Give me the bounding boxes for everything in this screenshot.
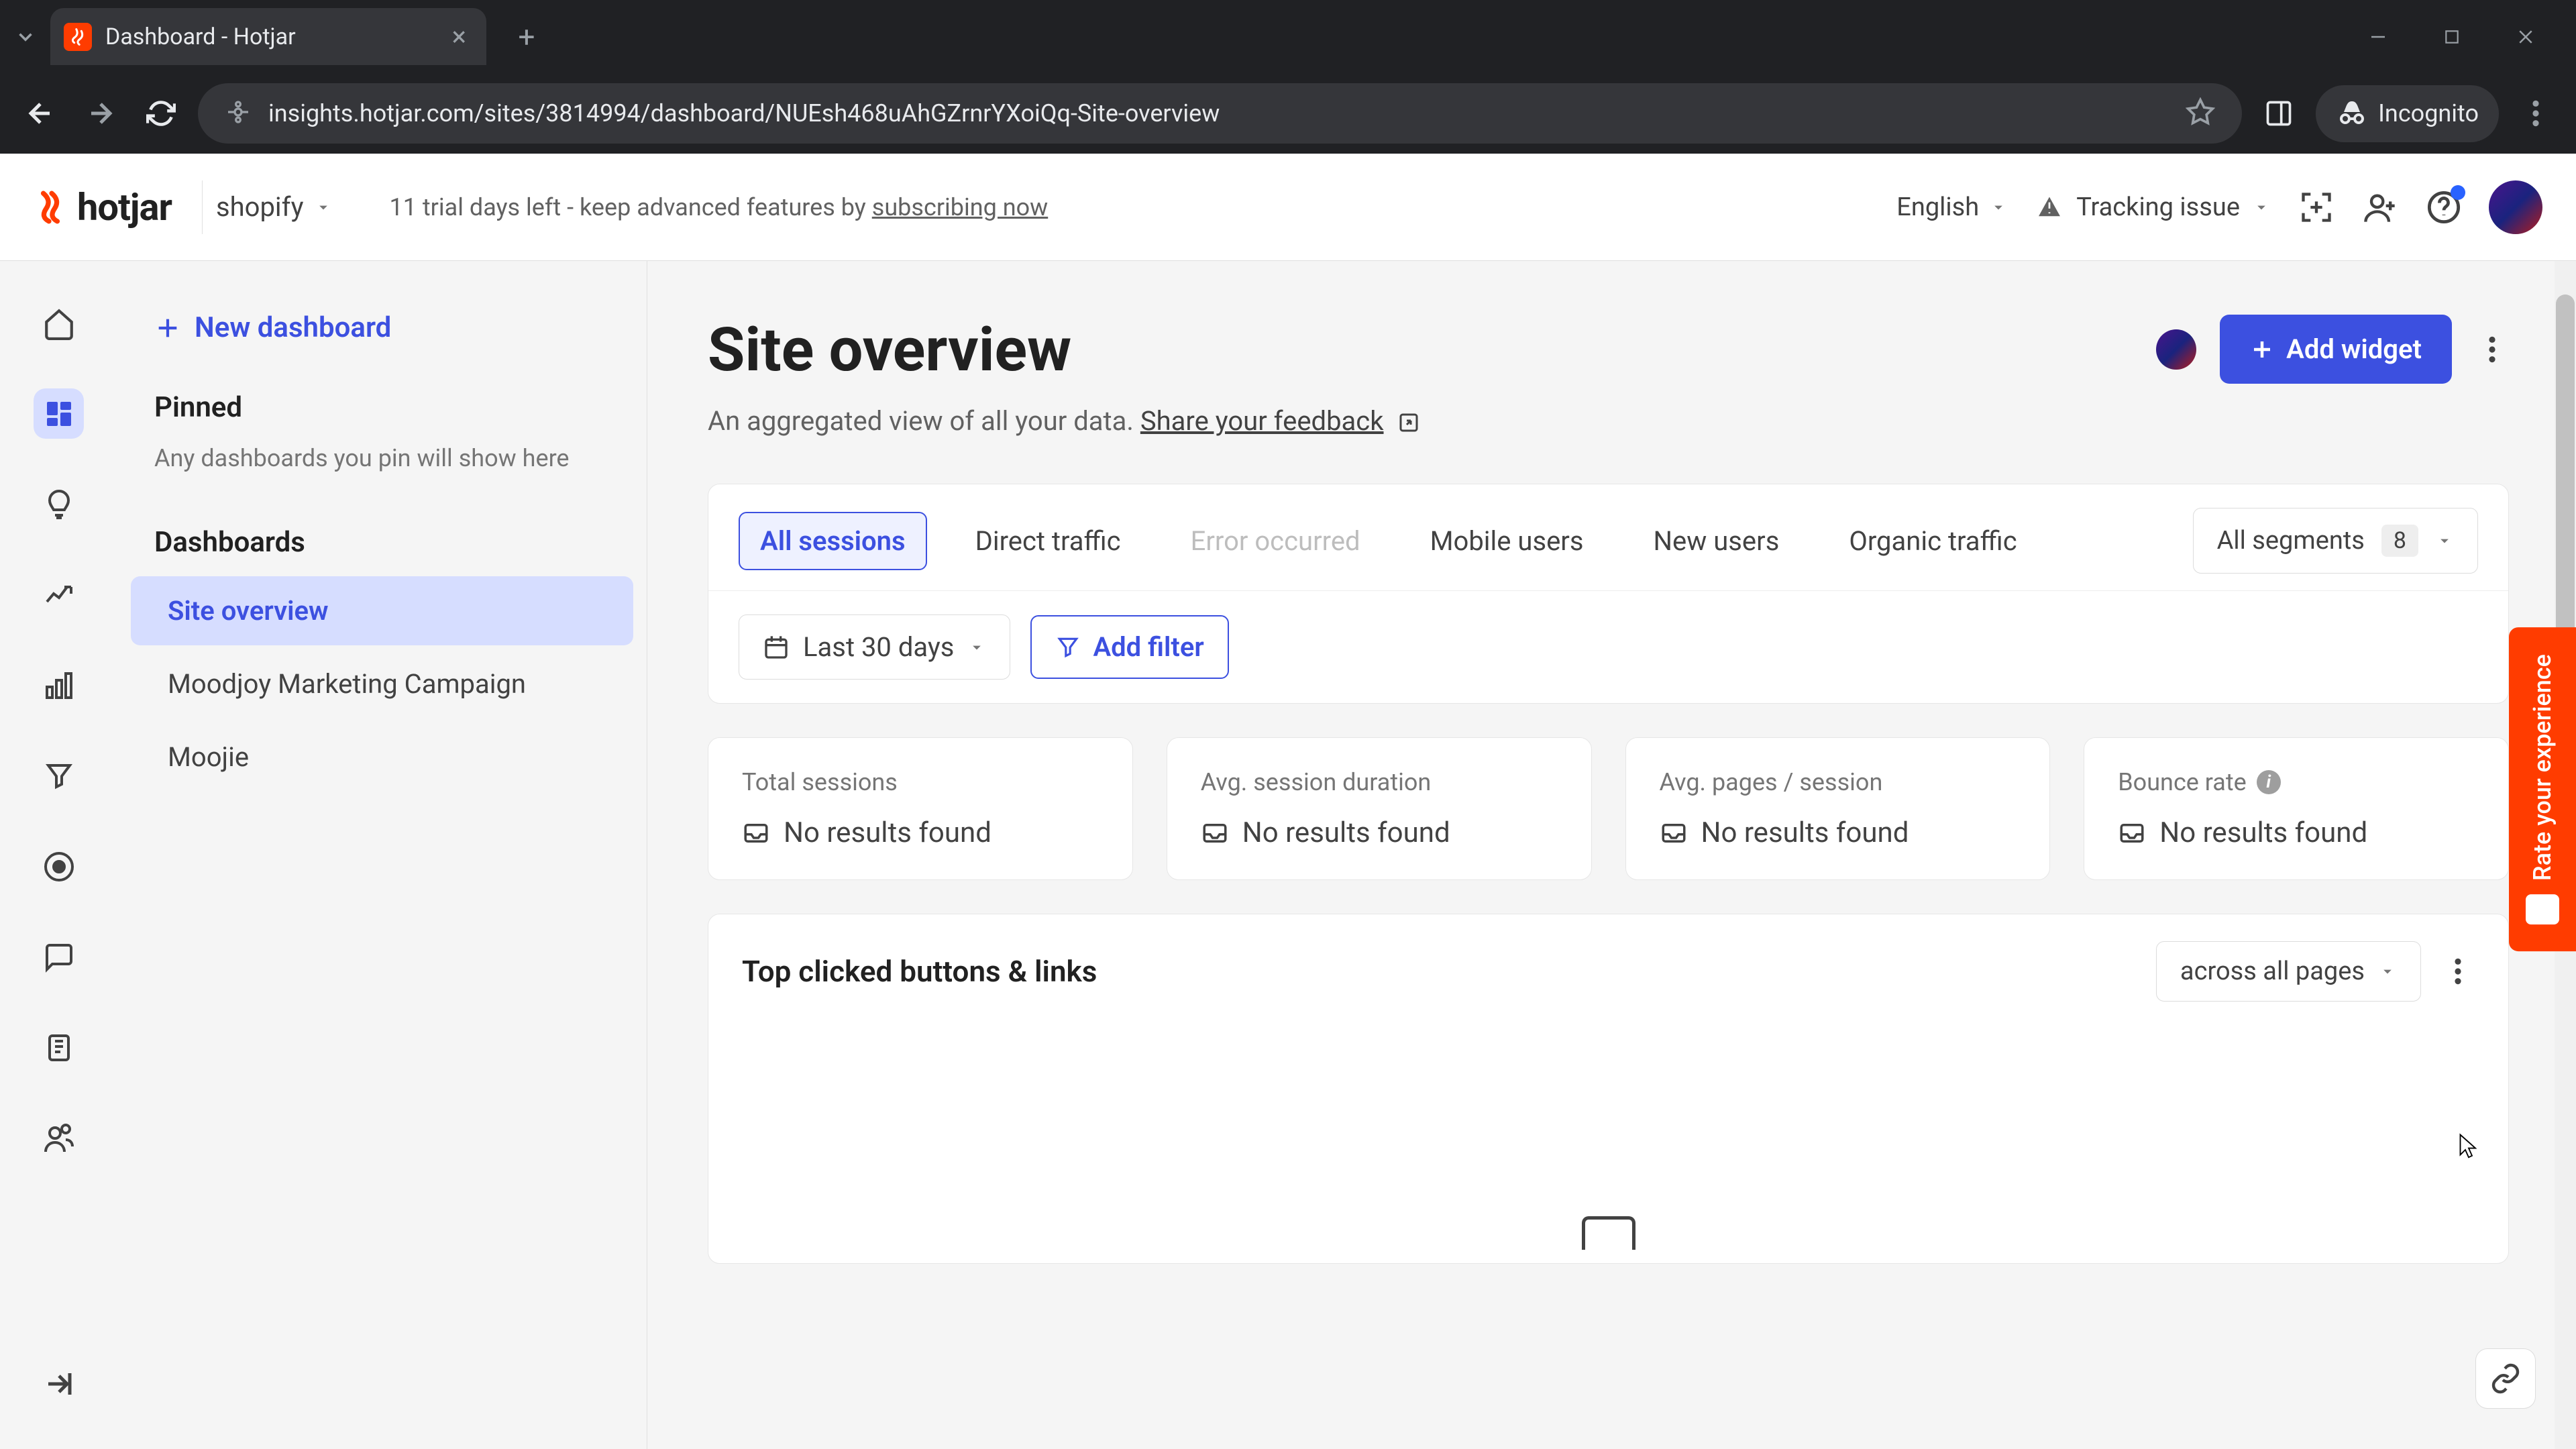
incognito-icon bbox=[2336, 97, 2368, 129]
nav-home-icon[interactable] bbox=[34, 298, 84, 348]
segment-tab-direct-traffic[interactable]: Direct traffic bbox=[954, 512, 1142, 570]
language-selector[interactable]: English bbox=[1896, 193, 2008, 222]
tab-search-dropdown[interactable] bbox=[7, 18, 44, 55]
reload-button[interactable] bbox=[138, 90, 184, 137]
chevron-down-icon bbox=[967, 638, 986, 657]
sidebar-item-moodjoy[interactable]: Moodjoy Marketing Campaign bbox=[131, 649, 633, 718]
metric-avg-session-duration: Avg. session duration No results found bbox=[1167, 737, 1592, 880]
address-bar[interactable]: insights.hotjar.com/sites/3814994/dashbo… bbox=[198, 83, 2242, 144]
inbox-icon bbox=[1201, 819, 1229, 847]
add-widget-button[interactable]: Add widget bbox=[2220, 315, 2452, 384]
site-name: shopify bbox=[216, 191, 304, 223]
trial-banner: 11 trial days left - keep advanced featu… bbox=[390, 193, 1049, 221]
invite-user-icon[interactable] bbox=[2361, 189, 2398, 225]
date-range-picker[interactable]: Last 30 days bbox=[739, 614, 1010, 680]
owner-avatar[interactable] bbox=[2156, 329, 2196, 370]
nav-highlights-icon[interactable] bbox=[34, 479, 84, 529]
browser-menu-icon[interactable] bbox=[2512, 90, 2559, 137]
segment-tab-all-sessions[interactable]: All sessions bbox=[739, 512, 927, 570]
nav-heatmaps-icon[interactable] bbox=[34, 660, 84, 710]
add-filter-button[interactable]: Add filter bbox=[1030, 615, 1228, 679]
chevron-down-icon bbox=[2252, 198, 2271, 217]
tab-close-icon[interactable]: × bbox=[452, 21, 466, 52]
forward-button[interactable] bbox=[77, 90, 124, 137]
close-window-icon[interactable] bbox=[2496, 17, 2556, 57]
hotjar-logo-icon bbox=[34, 191, 67, 224]
metric-avg-pages-session: Avg. pages / session No results found bbox=[1625, 737, 2051, 880]
chevron-down-icon bbox=[1989, 198, 2008, 217]
incognito-label: Incognito bbox=[2378, 99, 2479, 127]
integrations-icon[interactable] bbox=[2298, 189, 2334, 225]
nav-dashboards-icon[interactable] bbox=[34, 388, 84, 439]
plus-icon bbox=[154, 315, 181, 341]
segment-tab-organic-traffic[interactable]: Organic traffic bbox=[1827, 512, 2038, 570]
segment-tab-mobile-users[interactable]: Mobile users bbox=[1409, 512, 1605, 570]
inbox-icon bbox=[742, 819, 770, 847]
inbox-icon bbox=[1660, 819, 1688, 847]
pinned-hint: Any dashboards you pin will show here bbox=[117, 437, 647, 499]
sidebar-item-moojie[interactable]: Moojie bbox=[131, 722, 633, 792]
share-feedback-link[interactable]: Share your feedback bbox=[1140, 405, 1384, 437]
widget-scope-dropdown[interactable]: across all pages bbox=[2156, 941, 2421, 1002]
chevron-down-icon bbox=[314, 198, 333, 217]
url-text: insights.hotjar.com/sites/3814994/dashbo… bbox=[268, 99, 2169, 127]
hotjar-favicon-icon bbox=[64, 23, 92, 51]
segment-tab-error-occurred[interactable]: Error occurred bbox=[1169, 512, 1382, 570]
site-settings-icon[interactable] bbox=[225, 99, 252, 128]
help-icon[interactable] bbox=[2425, 189, 2462, 225]
nav-recordings-icon[interactable] bbox=[34, 841, 84, 892]
minimize-icon[interactable] bbox=[2348, 17, 2408, 57]
notification-badge bbox=[2451, 185, 2465, 200]
subscribe-link[interactable]: subscribing now bbox=[872, 193, 1048, 221]
segment-count-badge: 8 bbox=[2381, 525, 2418, 557]
feedback-bubble-icon bbox=[2526, 894, 2559, 924]
page-subtitle: An aggregated view of all your data. Sha… bbox=[708, 405, 2509, 437]
all-segments-dropdown[interactable]: All segments 8 bbox=[2193, 508, 2478, 574]
scrollbar-thumb[interactable] bbox=[2556, 294, 2575, 663]
browser-tab[interactable]: Dashboard - Hotjar × bbox=[50, 8, 486, 65]
widget-menu-icon[interactable] bbox=[2441, 955, 2475, 988]
incognito-badge[interactable]: Incognito bbox=[2316, 85, 2499, 142]
hotjar-logo[interactable]: hotjar bbox=[34, 185, 172, 229]
back-button[interactable] bbox=[17, 90, 64, 137]
nav-surveys-icon[interactable] bbox=[34, 1022, 84, 1073]
pinned-section-title: Pinned bbox=[117, 364, 647, 437]
metric-total-sessions: Total sessions No results found bbox=[708, 737, 1133, 880]
logo-text: hotjar bbox=[77, 185, 172, 229]
expand-sidebar-icon[interactable] bbox=[34, 1358, 84, 1409]
tracking-issue-dropdown[interactable]: Tracking issue bbox=[2035, 193, 2271, 222]
new-dashboard-button[interactable]: New dashboard bbox=[117, 291, 647, 364]
dashboards-section-title: Dashboards bbox=[117, 499, 647, 572]
share-link-fab[interactable] bbox=[2475, 1348, 2536, 1409]
calendar-icon bbox=[763, 634, 790, 661]
reading-list-icon[interactable] bbox=[2255, 90, 2302, 137]
sidebar-item-site-overview[interactable]: Site overview bbox=[131, 576, 633, 645]
page-title: Site overview bbox=[708, 315, 1071, 385]
chevron-down-icon bbox=[2435, 531, 2454, 550]
nav-funnels-icon[interactable] bbox=[34, 751, 84, 801]
rate-experience-tab[interactable]: Rate your experience bbox=[2509, 627, 2576, 951]
info-icon[interactable]: i bbox=[2257, 770, 2281, 794]
metric-bounce-rate: Bounce rate i No results found bbox=[2084, 737, 2509, 880]
maximize-icon[interactable] bbox=[2422, 17, 2482, 57]
plus-icon bbox=[2250, 337, 2274, 362]
bookmark-icon[interactable] bbox=[2186, 97, 2215, 129]
widget-title-top-clicked: Top clicked buttons & links bbox=[742, 954, 1097, 989]
inbox-icon bbox=[2118, 819, 2146, 847]
nav-trends-icon[interactable] bbox=[34, 570, 84, 620]
external-link-icon bbox=[1397, 411, 1421, 435]
page-menu-icon[interactable] bbox=[2475, 333, 2509, 366]
filter-icon bbox=[1055, 635, 1081, 660]
tab-title: Dashboard - Hotjar bbox=[105, 23, 432, 50]
link-icon bbox=[2489, 1362, 2522, 1395]
site-selector[interactable]: shopify bbox=[202, 180, 346, 234]
segment-tab-new-users[interactable]: New users bbox=[1632, 512, 1801, 570]
nav-users-icon[interactable] bbox=[34, 1113, 84, 1163]
new-tab-button[interactable]: + bbox=[506, 17, 547, 57]
empty-state-device-icon bbox=[1582, 1216, 1635, 1250]
user-avatar[interactable] bbox=[2489, 180, 2542, 234]
warning-icon bbox=[2035, 193, 2064, 222]
nav-feedback-icon[interactable] bbox=[34, 932, 84, 982]
chevron-down-icon bbox=[2378, 962, 2397, 981]
